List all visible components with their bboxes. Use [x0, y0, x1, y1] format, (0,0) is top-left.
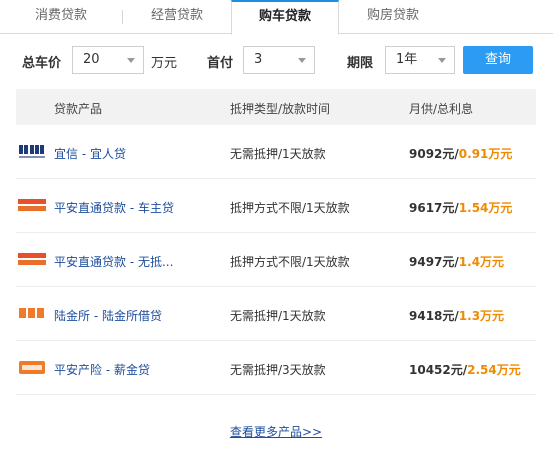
- table-row[interactable]: 陆金所 - 陆金所借贷 无需抵押/1天放款 9418元/1.3万元: [16, 287, 536, 341]
- chevron-down-icon: [298, 58, 306, 63]
- mortgage-type: 抵押方式不限/1天放款: [230, 201, 350, 215]
- mortgage-type: 无需抵押/1天放款: [230, 147, 326, 161]
- product-name[interactable]: 宜信 - 宜人贷: [54, 145, 126, 162]
- term-select[interactable]: 1年: [385, 46, 455, 74]
- lufax-logo: [19, 308, 44, 318]
- table-row[interactable]: 平安直通贷款 - 无抵... 抵押方式不限/1天放款 9497元/1.4万元: [16, 233, 536, 287]
- price-label: 总车价: [22, 56, 62, 71]
- product-name[interactable]: 陆金所 - 陆金所借贷: [54, 307, 162, 324]
- table-header: 贷款产品 抵押类型/放款时间 月供/总利息: [16, 89, 536, 125]
- term-label: 期限: [347, 56, 374, 71]
- mortgage-type: 无需抵押/1天放款: [230, 309, 326, 323]
- chevron-down-icon: [127, 58, 135, 63]
- price-unit: 万元: [151, 56, 178, 71]
- query-button[interactable]: 查询: [463, 46, 533, 74]
- tab-business-loan[interactable]: 经营贷款: [123, 0, 231, 34]
- price-value: 20: [83, 52, 100, 67]
- yixin-logo: [18, 144, 46, 158]
- header-product: 贷款产品: [54, 102, 103, 116]
- pingan-insurance-logo: [19, 361, 45, 374]
- loan-products-table: 贷款产品 抵押类型/放款时间 月供/总利息 宜信 - 宜人贷 无需抵押/1天放款…: [16, 89, 536, 439]
- down-payment-label: 首付: [207, 56, 234, 71]
- pingan-logo: [18, 199, 46, 211]
- total-interest: 0.91万元: [458, 147, 513, 161]
- cropped-content-edge: [18, 446, 138, 453]
- monthly-payment: 9092元/0.91万元: [409, 147, 513, 161]
- mortgage-type: 抵押方式不限/1天放款: [230, 255, 350, 269]
- down-payment-select[interactable]: 3: [243, 46, 315, 74]
- tab-car-loan[interactable]: 购车贷款: [231, 0, 339, 35]
- total-interest: 2.54万元: [467, 363, 521, 377]
- pingan-logo: [18, 253, 46, 265]
- table-row[interactable]: 平安直通贷款 - 车主贷 抵押方式不限/1天放款 9617元/1.54万元: [16, 179, 536, 233]
- monthly-payment: 9418元/1.3万元: [409, 309, 505, 323]
- monthly-payment: 9497元/1.4万元: [409, 255, 505, 269]
- term-value: 1年: [396, 52, 418, 67]
- table-row[interactable]: 宜信 - 宜人贷 无需抵押/1天放款 9092元/0.91万元: [16, 125, 536, 179]
- price-select[interactable]: 20: [72, 46, 144, 74]
- total-interest: 1.54万元: [458, 201, 513, 215]
- total-interest: 1.3万元: [458, 309, 505, 323]
- down-payment-value: 3: [254, 52, 263, 67]
- table-row[interactable]: 平安产险 - 薪金贷 无需抵押/3天放款 10452元/2.54万元: [16, 341, 536, 395]
- product-name[interactable]: 平安产险 - 薪金贷: [54, 361, 150, 378]
- product-name[interactable]: 平安直通贷款 - 无抵...: [54, 253, 173, 270]
- mortgage-type: 无需抵押/3天放款: [230, 363, 326, 377]
- tab-consumer-loan[interactable]: 消费贷款: [0, 0, 122, 34]
- loan-filter-bar: 总车价 20 万元 首付 3 期限 1年 查询: [0, 44, 553, 76]
- header-monthly-interest: 月供/总利息: [409, 102, 474, 116]
- monthly-payment: 10452元/2.54万元: [409, 363, 521, 377]
- monthly-payment: 9617元/1.54万元: [409, 201, 513, 215]
- tab-mortgage-loan[interactable]: 购房贷款: [339, 0, 447, 34]
- header-mortgage-type: 抵押类型/放款时间: [230, 102, 331, 116]
- chevron-down-icon: [438, 58, 446, 63]
- view-more-products-link[interactable]: 查看更多产品>>: [16, 423, 536, 440]
- total-interest: 1.4万元: [458, 255, 505, 269]
- product-name[interactable]: 平安直通贷款 - 车主贷: [54, 199, 174, 216]
- loan-type-tabs: 消费贷款 经营贷款 购车贷款 购房贷款: [0, 0, 553, 35]
